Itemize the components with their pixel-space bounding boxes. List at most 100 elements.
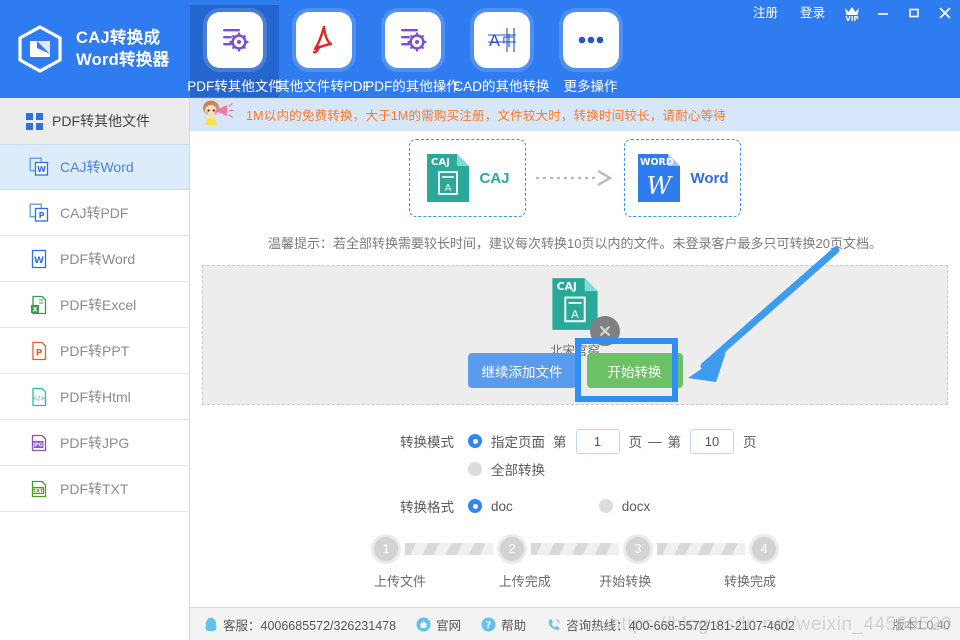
svg-text:A: A: [445, 183, 452, 194]
pdf-to-other-icon: [206, 12, 263, 68]
conversion-diagram: CAJ A CAJ WORD W Word: [190, 139, 960, 217]
target-format-label: Word: [690, 169, 729, 187]
main-panel: 1M以内的免费转换，大于1M的需购买注册，文件较大时，转换时间较长，请耐心等待 …: [190, 98, 960, 640]
page-to-input[interactable]: [690, 428, 734, 454]
home-icon: [416, 617, 431, 632]
toolbar-item-pdf-operations[interactable]: PDF的其他操作: [365, 5, 460, 97]
file-drop-area[interactable]: CAJ A 北宋官窑 继续添加文件 开始转换: [202, 265, 948, 405]
all-pages-label: 全部转换: [491, 463, 545, 478]
sidebar-item-label: PDF转JPG: [60, 434, 130, 451]
notice-banner: 1M以内的免费转换，大于1M的需购买注册，文件较大时，转换时间较长，请耐心等待: [190, 98, 960, 131]
file-thumbnail: CAJ A: [550, 276, 620, 346]
brand-line-1: CAJ转换成: [76, 29, 161, 47]
close-button[interactable]: [929, 0, 960, 26]
caj-pdf-icon: P: [28, 203, 50, 223]
step-number-4: 4: [752, 537, 776, 561]
phone-icon: [546, 617, 561, 632]
html-icon: </>: [28, 387, 50, 407]
sidebar-item-caj-to-word[interactable]: W CAJ转Word: [0, 144, 189, 190]
uploaded-file-item[interactable]: CAJ A 北宋官窑: [515, 276, 635, 359]
caj-file-icon: CAJ A: [427, 154, 470, 202]
svg-text:W: W: [34, 256, 44, 266]
website-link[interactable]: 官网: [416, 615, 461, 634]
page-unit-to: 页: [743, 435, 757, 450]
sidebar-item-pdf-to-txt[interactable]: TXT PDF转TXT: [0, 466, 189, 512]
toolbar-item-pdf-to-other[interactable]: PDF转其他文件: [187, 5, 282, 97]
svg-text:W: W: [37, 165, 46, 174]
word-icon: W: [28, 249, 50, 269]
svg-text:</>: </>: [32, 394, 46, 402]
brand-title: CAJ转换成 Word转换器: [66, 27, 169, 71]
more-icon: [562, 12, 619, 68]
radio-all-pages[interactable]: [468, 462, 482, 476]
steps-labels: 上传文件 上传完成 开始转换 转换完成: [374, 571, 776, 590]
app-logo-icon: [18, 25, 62, 73]
step-number-3: 3: [626, 537, 650, 561]
window-controls: 注册 登录 VIP: [742, 0, 960, 26]
mode-label: 转换模式: [400, 435, 454, 450]
hotline-info[interactable]: 咨询热线：400-668-5572/181-2107-4602: [546, 615, 795, 634]
page-unit-from: 页: [628, 435, 643, 450]
megaphone-girl-icon: [198, 98, 238, 132]
conversion-options: 转换模式 指定页面 第 页 — 第 页 全部转换: [190, 427, 960, 520]
radio-format-doc[interactable]: [468, 499, 482, 513]
svg-text:CAJ: CAJ: [431, 157, 450, 168]
maximize-button[interactable]: [898, 0, 929, 26]
start-convert-button[interactable]: 开始转换: [586, 353, 683, 388]
register-button[interactable]: 注册: [742, 0, 789, 26]
sidebar-item-label: CAJ转PDF: [60, 204, 129, 221]
hotline-text: 咨询热线：400-668-5572/181-2107-4602: [566, 618, 795, 633]
pdf-operations-icon: [384, 12, 441, 68]
sidebar-item-label: PDF转TXT: [60, 480, 129, 497]
specified-pages-label: 指定页面: [491, 435, 545, 450]
page-from-input[interactable]: [575, 428, 620, 454]
notice-text: 1M以内的免费转换，大于1M的需购买注册，文件较大时，转换时间较长，请耐心等待: [246, 109, 727, 123]
step-number-1: 1: [374, 537, 398, 561]
add-more-files-button[interactable]: 继续添加文件: [467, 353, 577, 388]
step-bar-2: [531, 543, 619, 555]
sidebar-item-pdf-to-jpg[interactable]: JPG PDF转JPG: [0, 420, 189, 466]
help-link[interactable]: ? 帮助: [481, 615, 526, 634]
toolbar-item-cad-convert[interactable]: A 中 CAD的其他转换: [454, 5, 550, 97]
toolbar-label: 其他文件转PDF: [276, 79, 371, 94]
source-format-box: CAJ A CAJ: [409, 139, 526, 217]
source-format-label: CAJ: [479, 169, 510, 187]
sidebar-header-label: PDF转其他文件: [52, 113, 150, 129]
sidebar-item-pdf-to-ppt[interactable]: P PDF转PPT: [0, 328, 189, 374]
svg-text:CAJ: CAJ: [557, 280, 577, 293]
format-row: 转换格式 doc docx: [386, 492, 960, 520]
customer-service-info[interactable]: 客服：4006685572/326231478: [204, 615, 396, 634]
sidebar-item-pdf-to-word[interactable]: W PDF转Word: [0, 236, 189, 282]
sidebar-item-pdf-to-excel[interactable]: X PDF转Excel: [0, 282, 189, 328]
page-prefix-to: 第: [667, 435, 682, 450]
mode-row-all: 全部转换: [386, 455, 960, 483]
qq-icon: [204, 617, 218, 632]
step-label-1: 上传文件: [374, 574, 427, 589]
main-toolbar: PDF转其他文件 其他文件转PDF PDF的其他操作 A 中 CAD的其他转换 …: [187, 0, 635, 98]
sidebar-item-label: PDF转Excel: [60, 296, 137, 313]
minimize-button[interactable]: [867, 0, 898, 26]
toolbar-item-more[interactable]: 更多操作: [546, 5, 635, 97]
dotted-arrow-icon: [532, 169, 618, 187]
radio-format-docx[interactable]: [598, 499, 613, 513]
toolbar-item-other-to-pdf[interactable]: 其他文件转PDF: [276, 5, 371, 97]
radio-specified-pages[interactable]: [468, 434, 482, 448]
step-label-4: 转换完成: [723, 574, 776, 589]
sidebar-item-pdf-to-html[interactable]: </> PDF转Html: [0, 374, 189, 420]
sidebar-item-label: PDF转Word: [60, 250, 136, 267]
step-label-2: 上传完成: [498, 574, 551, 589]
svg-text:P: P: [36, 348, 43, 358]
format-doc-label: doc: [491, 498, 513, 514]
steps-track: 1 2 3 4: [374, 536, 776, 562]
svg-text:VIP: VIP: [845, 15, 858, 22]
svg-text:A: A: [571, 308, 579, 321]
toolbar-label: PDF转其他文件: [187, 79, 282, 94]
toolbar-label: CAD的其他转换: [453, 79, 550, 94]
question-icon: ?: [481, 617, 496, 632]
sidebar-item-caj-to-pdf[interactable]: P CAJ转PDF: [0, 190, 189, 236]
vip-icon[interactable]: VIP: [836, 0, 867, 26]
login-button[interactable]: 登录: [789, 0, 836, 26]
customer-service-text: 客服：4006685572/326231478: [223, 618, 397, 633]
remove-file-icon[interactable]: [590, 316, 620, 346]
title-bar: CAJ转换成 Word转换器 PDF转其他文件 其他文件转PDF PDF的其他操…: [0, 0, 960, 98]
